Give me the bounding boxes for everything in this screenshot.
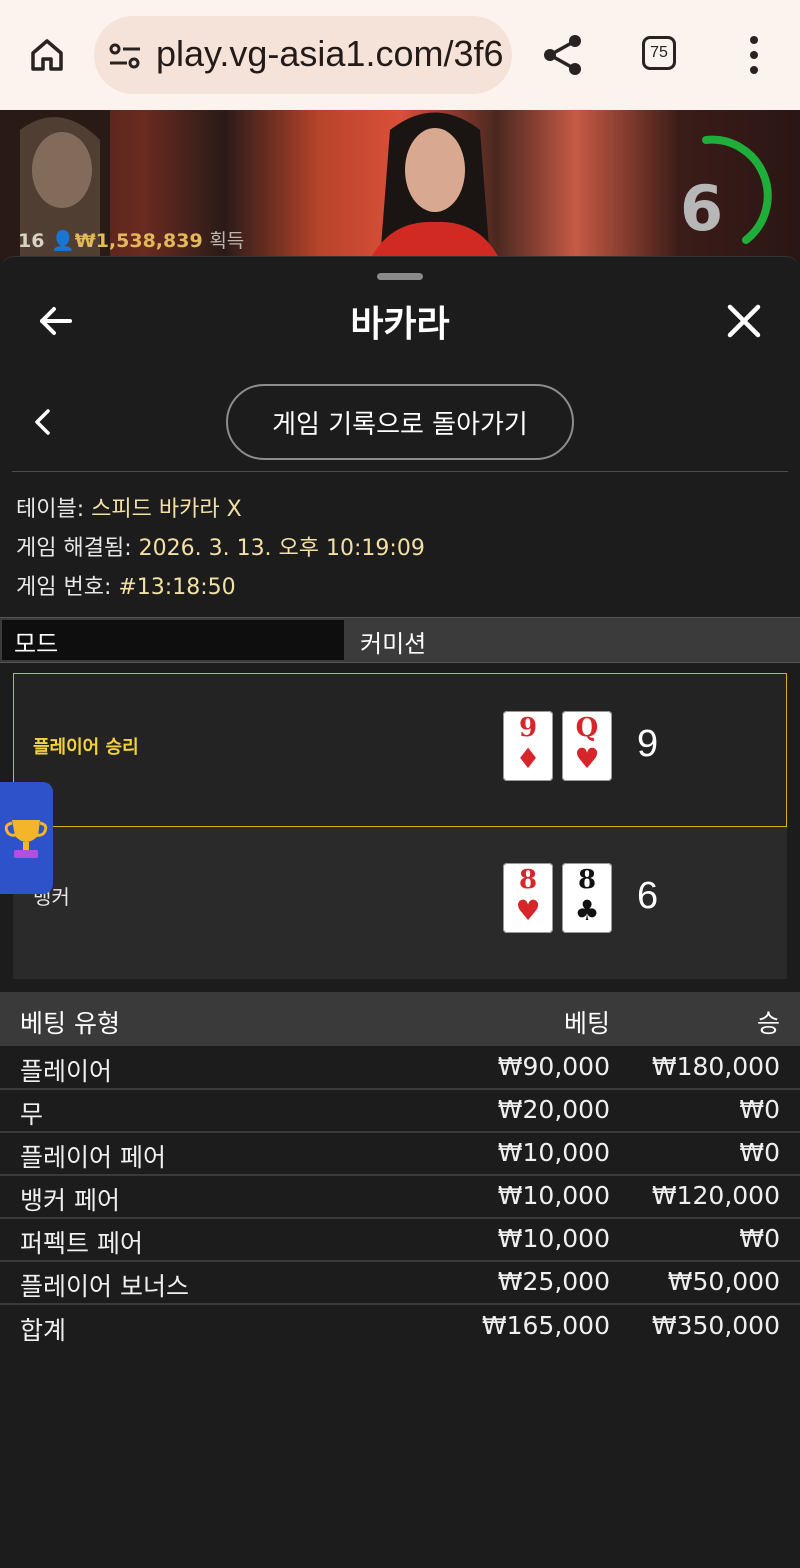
table-row: 플레이어 ₩90,000 ₩180,000 bbox=[0, 1046, 800, 1090]
header-bet: 베팅 bbox=[563, 1009, 610, 1038]
browser-toolbar: play.vg-asia1.com/3f6 75 bbox=[0, 0, 800, 110]
game-detail-panel: 바카라 게임 기록으로 돌아가기 테이블: 스피드 바카라 X 게임 해결됨: … bbox=[0, 256, 800, 1568]
tab-count: 75 bbox=[650, 44, 668, 61]
person-icon: 👤 bbox=[51, 230, 75, 252]
table-row: 퍼펙트 페어 ₩10,000 ₩0 bbox=[0, 1218, 800, 1262]
mode-label: 모드 bbox=[14, 630, 59, 658]
game-number-info: 게임 번호: #13:18:50 bbox=[16, 569, 236, 601]
back-to-history-button[interactable]: 게임 기록으로 돌아가기 bbox=[226, 384, 574, 460]
share-icon[interactable] bbox=[540, 32, 586, 78]
more-menu-icon[interactable] bbox=[744, 34, 764, 78]
table-info: 테이블: 스피드 바카라 X bbox=[16, 491, 242, 523]
total-bet: ₩165,000 bbox=[481, 1311, 610, 1340]
playing-card: 9 ♦ bbox=[503, 711, 553, 781]
total-label: 합계 bbox=[20, 1316, 67, 1345]
total-row: 합계 ₩165,000 ₩350,000 bbox=[0, 1305, 800, 1349]
tab-switcher-button[interactable]: 75 bbox=[642, 36, 676, 70]
bets-table-header: 베팅 유형 베팅 승 bbox=[0, 992, 800, 1046]
table-value: 스피드 바카라 X bbox=[91, 497, 242, 522]
banker-score: 6 bbox=[637, 875, 659, 917]
playing-card: 8 ♣ bbox=[562, 863, 612, 933]
player-count: 16 bbox=[18, 230, 45, 252]
close-icon[interactable] bbox=[724, 301, 764, 341]
countdown-number: 6 bbox=[680, 172, 724, 245]
live-video: 16 👤₩1,538,839 획득 6 bbox=[0, 110, 800, 260]
table-label: 테이블: bbox=[16, 497, 92, 522]
header-win: 승 bbox=[756, 1009, 780, 1038]
table-row: 무 ₩20,000 ₩0 bbox=[0, 1089, 800, 1133]
chevron-left-icon[interactable] bbox=[32, 405, 54, 439]
panel-title: 바카라 bbox=[350, 304, 450, 345]
resolved-label: 게임 해결됨: bbox=[16, 536, 139, 561]
divider bbox=[12, 471, 788, 472]
table-row: 플레이어 보너스 ₩25,000 ₩50,000 bbox=[0, 1261, 800, 1305]
header-bet-type: 베팅 유형 bbox=[20, 1009, 120, 1038]
resolved-info: 게임 해결됨: 2026. 3. 13. 오후 10:19:09 bbox=[16, 530, 425, 562]
game-number-label: 게임 번호: bbox=[16, 575, 119, 600]
winnings-suffix: 획득 bbox=[209, 230, 245, 252]
table-row: 뱅커 페어 ₩10,000 ₩120,000 bbox=[0, 1175, 800, 1219]
url-text: play.vg-asia1.com/3f6 bbox=[156, 33, 504, 74]
mode-row: 모드 커미션 bbox=[0, 617, 800, 663]
mode-cell: 모드 bbox=[2, 620, 344, 660]
game-result: 플레이어 승리 9 ♦ Q ♥ 9 뱅커 8 ♥ 8 ♣ 6 bbox=[13, 673, 787, 979]
site-settings-icon[interactable] bbox=[108, 42, 142, 70]
mode-value: 커미션 bbox=[360, 630, 427, 658]
total-win: ₩350,000 bbox=[651, 1311, 780, 1340]
resolved-value: 2026. 3. 13. 오후 10:19:09 bbox=[138, 536, 425, 561]
player-score: 9 bbox=[637, 723, 659, 765]
playing-card: 8 ♥ bbox=[503, 863, 553, 933]
playing-card: Q ♥ bbox=[562, 711, 612, 781]
total-winnings: ₩1,538,839 bbox=[74, 230, 203, 252]
trophy-icon bbox=[4, 820, 48, 858]
address-bar[interactable]: play.vg-asia1.com/3f6 bbox=[94, 16, 512, 94]
player-win-label: 플레이어 승리 bbox=[33, 737, 139, 758]
home-icon[interactable] bbox=[22, 30, 72, 80]
table-row: 플레이어 페어 ₩10,000 ₩0 bbox=[0, 1132, 800, 1176]
drag-handle[interactable] bbox=[377, 273, 423, 280]
player-count-winnings: 16 👤₩1,538,839 획득 bbox=[18, 226, 244, 253]
game-number-value: #13:18:50 bbox=[118, 575, 236, 600]
trophy-tab[interactable] bbox=[0, 782, 53, 894]
dealer-image bbox=[370, 112, 500, 260]
